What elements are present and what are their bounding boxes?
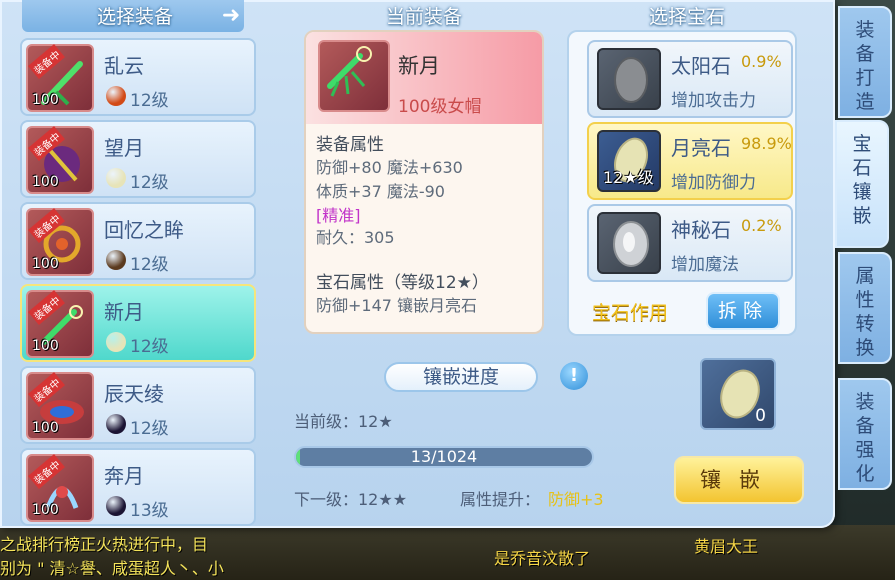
gem-attr-line: 防御+147 镶嵌月亮石 bbox=[316, 296, 478, 315]
tab-3[interactable]: 装备强化 bbox=[838, 378, 892, 490]
gem-level: 12级 bbox=[130, 337, 169, 357]
gem-icon bbox=[106, 250, 126, 270]
equip-attr-line-2: 体质+37 魔法-90 bbox=[316, 182, 445, 201]
attr-bonus-value: 防御+3 bbox=[548, 490, 604, 509]
current-equip-name: 新月 bbox=[398, 54, 440, 78]
equip-item[interactable]: 装备中 100 辰天绫 12级 bbox=[20, 366, 256, 444]
progress-text: 13/1024 bbox=[410, 447, 478, 466]
equip-level: 100 bbox=[32, 92, 59, 108]
select-gem-title: 选择宝石 bbox=[648, 6, 725, 28]
equip-icon: 装备中 100 bbox=[26, 454, 94, 522]
gem-rate: 0.2% bbox=[741, 216, 782, 235]
equip-name: 望月 bbox=[104, 136, 144, 160]
equip-item[interactable]: 装备中 100 回忆之眸 12级 bbox=[20, 202, 256, 280]
equip-name: 乱云 bbox=[104, 54, 144, 78]
gem-icon bbox=[106, 414, 126, 434]
gem-image bbox=[597, 212, 661, 274]
gem-level: 13级 bbox=[130, 501, 169, 521]
gem-item[interactable]: 太阳石 0.9% 增加攻击力 bbox=[587, 40, 793, 118]
gem-level: 12级 bbox=[130, 255, 169, 275]
equip-name: 奔月 bbox=[104, 464, 144, 488]
chat-notice: 是乔音汶散了 bbox=[494, 549, 591, 568]
gem-level: 12级 bbox=[130, 419, 169, 439]
equip-attr-line-1: 防御+80 魔法+630 bbox=[316, 158, 463, 177]
gem-list: 太阳石 0.9% 增加攻击力 12★级 月亮石 98.9% 增加防御力神秘石 0.2% 增加魔法 bbox=[567, 30, 797, 336]
equip-quality: [精准] bbox=[316, 206, 361, 225]
help-button[interactable]: ! bbox=[560, 362, 588, 390]
equip-level: 100 bbox=[32, 174, 59, 190]
gem-image bbox=[597, 48, 661, 110]
tab-0[interactable]: 装备打造 bbox=[838, 6, 892, 118]
equip-item[interactable]: 装备中 100 新月 12级 bbox=[20, 284, 256, 362]
gem-name: 太阳石 bbox=[671, 54, 731, 78]
moonstone-icon bbox=[720, 369, 760, 419]
inlay-progress-title: 镶嵌进度 bbox=[384, 362, 538, 392]
gem-attr-title: 宝石属性（等级12★） bbox=[316, 273, 489, 293]
current-equip-header: 新月 100级女帽 bbox=[306, 32, 542, 124]
gem-image: 12★级 bbox=[597, 130, 661, 192]
gem-name: 月亮石 bbox=[671, 136, 731, 160]
remove-button[interactable]: 拆除 bbox=[706, 292, 780, 330]
gem-icon bbox=[106, 496, 126, 516]
equip-name: 辰天绫 bbox=[104, 382, 164, 406]
gem-desc: 增加防御力 bbox=[671, 173, 756, 193]
equip-level: 100 bbox=[32, 256, 59, 272]
next-level: 下一级：12★★ bbox=[294, 490, 408, 509]
gem-inlay-panel: 选择装备 ➜ 装备中 100 乱云 12级 装备中 100 望月 12级 装备中 100 回忆之眸 1… bbox=[0, 0, 835, 528]
equip-icon: 装备中 100 bbox=[26, 290, 94, 358]
gem-icon bbox=[106, 168, 126, 188]
equip-icon: 装备中 100 bbox=[26, 208, 94, 276]
gem-effect-link[interactable]: 宝石作用 bbox=[592, 298, 668, 325]
current-equip-card: 新月 100级女帽 装备属性 防御+80 魔法+630 体质+37 魔法-90 … bbox=[304, 30, 544, 334]
bottom-hud: 之战排行榜正火热进行中，目 别为 " 清☆譽、咸蛋超人丶、小 是乔音汶散了 黄眉… bbox=[0, 525, 895, 580]
equip-item[interactable]: 装备中 100 奔月 13级 bbox=[20, 448, 256, 526]
gem-desc: 增加魔法 bbox=[671, 255, 739, 275]
gem-level: 12级 bbox=[130, 173, 169, 193]
gem-item[interactable]: 神秘石 0.2% 增加魔法 bbox=[587, 204, 793, 282]
tab-1[interactable]: 宝石镶嵌 bbox=[835, 120, 889, 248]
gem-rate: 0.9% bbox=[741, 52, 782, 71]
equip-attr-title: 装备属性 bbox=[316, 135, 384, 155]
equip-level: 100 bbox=[32, 502, 59, 518]
crescent-hat-icon bbox=[327, 46, 372, 97]
npc-name: 黄眉大王 bbox=[694, 537, 759, 556]
tab-2[interactable]: 属性转换 bbox=[838, 252, 892, 364]
gem-stock-level: 12★级 bbox=[603, 168, 654, 187]
equip-durability: 耐久：305 bbox=[316, 228, 395, 247]
equip-name: 新月 bbox=[104, 300, 144, 324]
hat-icon bbox=[318, 40, 390, 112]
equip-level: 100 bbox=[32, 420, 59, 436]
equip-list-title: 选择装备 bbox=[96, 6, 173, 28]
equip-list: 装备中 100 乱云 12级 装备中 100 望月 12级 装备中 100 回忆之眸 12级 装备中 10… bbox=[20, 38, 256, 530]
inlay-button[interactable]: 镶嵌 bbox=[674, 456, 804, 504]
equip-icon: 装备中 100 bbox=[26, 126, 94, 194]
attr-bonus-label: 属性提升： bbox=[460, 490, 541, 509]
gem-stone-icon bbox=[614, 57, 648, 103]
equip-name: 回忆之眸 bbox=[104, 218, 184, 242]
equip-level: 100 bbox=[32, 338, 59, 354]
gem-level: 12级 bbox=[130, 91, 169, 111]
current-equip-title: 当前装备 bbox=[385, 6, 462, 28]
equip-item[interactable]: 装备中 100 望月 12级 bbox=[20, 120, 256, 198]
gem-desc: 增加攻击力 bbox=[671, 91, 756, 111]
inlay-progress-bar: 13/1024 bbox=[294, 446, 594, 468]
gem-slot[interactable]: 0 bbox=[700, 358, 776, 430]
equip-icon: 装备中 100 bbox=[26, 372, 94, 440]
gem-item[interactable]: 12★级 月亮石 98.9% 增加防御力 bbox=[587, 122, 793, 200]
slot-count: 0 bbox=[755, 406, 766, 426]
gem-name: 神秘石 bbox=[671, 218, 731, 242]
gem-stone-icon bbox=[613, 221, 649, 267]
gem-icon bbox=[106, 332, 126, 352]
broadcast-line-2: 别为 " 清☆譽、咸蛋超人丶、小 bbox=[0, 559, 224, 578]
equip-item[interactable]: 装备中 100 乱云 12级 bbox=[20, 38, 256, 116]
collapse-arrow-icon[interactable]: ➜ bbox=[218, 4, 244, 28]
broadcast-line-1: 之战排行榜正火热进行中，目 bbox=[0, 535, 209, 554]
gem-icon bbox=[106, 86, 126, 106]
current-level: 当前级：12★ bbox=[294, 412, 393, 431]
equip-icon: 装备中 100 bbox=[26, 44, 94, 112]
gem-rate: 98.9% bbox=[741, 134, 792, 153]
current-equip-type: 100级女帽 bbox=[398, 97, 482, 117]
